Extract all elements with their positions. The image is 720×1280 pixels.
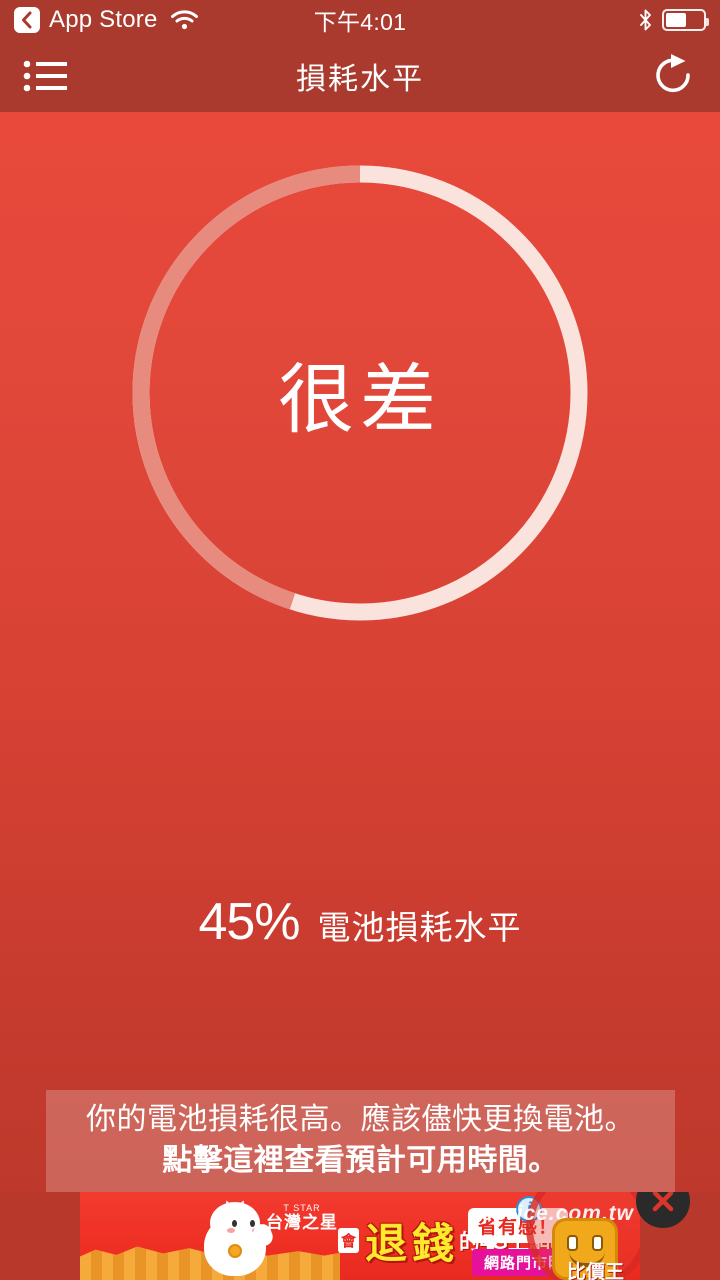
ad-headline-big-2: 錢 xyxy=(412,1220,456,1267)
percent-label: 電池損耗水平 xyxy=(317,909,522,946)
wifi-icon xyxy=(170,10,198,30)
page-title: 損耗水平 xyxy=(296,63,424,96)
battery-fill xyxy=(666,13,686,27)
advice-banner[interactable]: 你的電池損耗很高。應該儘快更換電池。 點擊這裡查看預計可用時間。 xyxy=(46,1090,675,1192)
ad-creative[interactable]: T STAR 台灣之星 會 退 錢 的4G上網吃到飽 省有感！ 網路門市限定 i… xyxy=(80,1192,640,1280)
wear-level-gauge: 很差 xyxy=(132,165,588,621)
app-screen: App Store 下午4:01 損耗水平 很差 45% 電池損耗水平 你的電池… xyxy=(0,0,720,1280)
main-content: 很差 45% 電池損耗水平 你的電池損耗很高。應該儘快更換電池。 點擊這裡查看預… xyxy=(0,112,720,1192)
ad-banner[interactable]: T STAR 台灣之星 會 退 錢 的4G上網吃到飽 省有感！ 網路門市限定 i… xyxy=(0,1192,720,1280)
ad-headline-big-1: 退 xyxy=(365,1220,409,1267)
advice-line-2[interactable]: 點擊這裡查看預計可用時間。 xyxy=(54,1141,667,1182)
chevron-left-icon[interactable] xyxy=(14,7,40,33)
percent-row: 45% 電池損耗水平 xyxy=(0,892,720,952)
status-bar-left: App Store xyxy=(14,7,198,33)
status-bar-back-app-label[interactable]: App Store xyxy=(49,8,158,32)
status-bar: App Store 下午4:01 xyxy=(0,0,720,40)
bluetooth-icon xyxy=(639,9,652,31)
info-icon[interactable]: i xyxy=(516,1196,542,1222)
ad-brand-name: 台灣之星 xyxy=(266,1212,338,1232)
ad-brand-top: T STAR xyxy=(283,1203,321,1213)
status-bar-time: 下午4:01 xyxy=(313,9,407,35)
ad-brand-logo: T STAR 台灣之星 xyxy=(266,1203,338,1233)
list-menu-icon[interactable] xyxy=(0,40,92,112)
gauge-container: 很差 xyxy=(0,158,720,628)
refresh-icon[interactable] xyxy=(628,40,720,112)
gauge-center-label: 很差 xyxy=(278,358,442,443)
advice-line-1: 你的電池損耗很高。應該儘快更換電池。 xyxy=(86,1103,635,1136)
ad-tag-text: 網路門市限定 xyxy=(471,1249,592,1276)
status-bar-right xyxy=(639,9,709,31)
ad-lucky-cat-icon xyxy=(198,1197,276,1278)
ad-headline-prefix: 會 xyxy=(338,1228,360,1253)
percent-value: 45% xyxy=(198,893,300,951)
close-icon[interactable] xyxy=(636,1192,690,1228)
battery-icon xyxy=(662,9,709,31)
nav-bar: 損耗水平 xyxy=(0,40,720,112)
